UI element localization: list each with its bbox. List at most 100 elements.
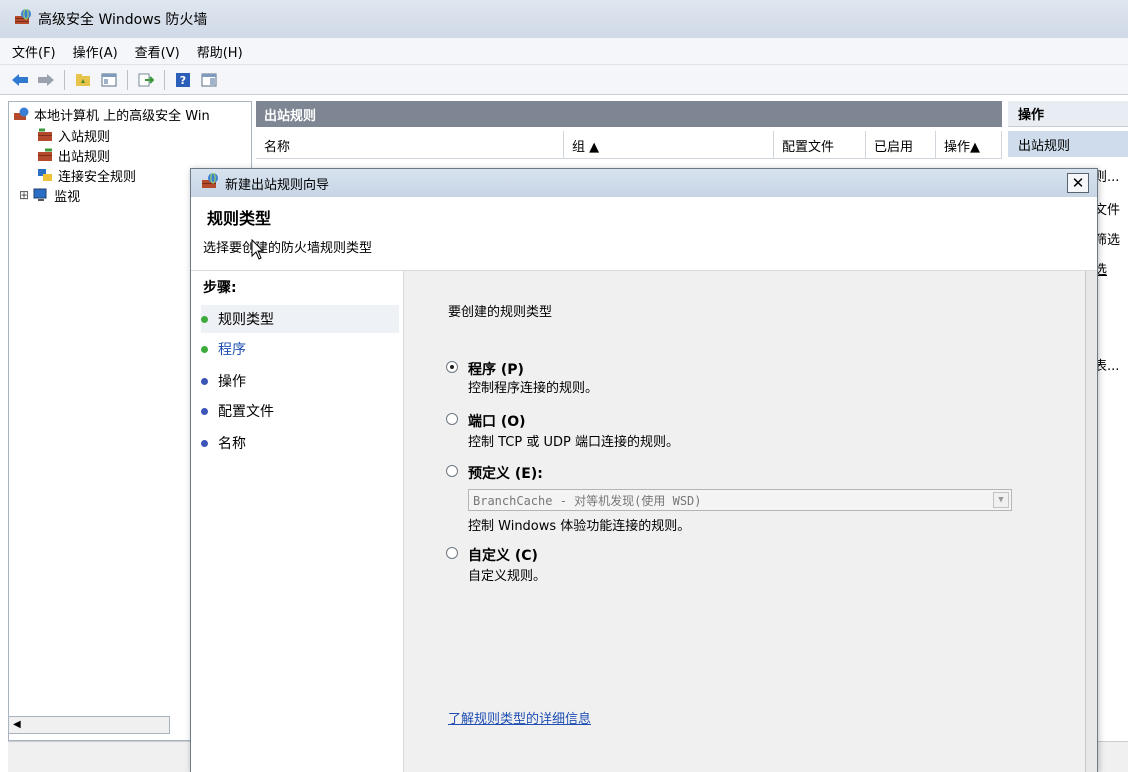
svg-text:?: ? [180, 74, 186, 87]
step-label: 名称 [218, 436, 246, 452]
window-title: 高级安全 Windows 防火墙 [38, 12, 208, 28]
scroll-left-arrow-icon[interactable]: ◀ [13, 719, 21, 730]
option-program[interactable]: 程序 (P) [446, 359, 524, 379]
firewall-icon [13, 107, 29, 121]
tree-item-label: 入站规则 [58, 129, 111, 145]
show-hide-action-pane-button[interactable] [199, 70, 219, 90]
predefined-select-value: BranchCache - 对等机发现(使用 WSD) [473, 493, 702, 508]
option-custom[interactable]: 自定义 (C) [446, 545, 538, 565]
close-icon: ✕ [1071, 174, 1085, 192]
wizard-titlebar: 新建出站规则向导 ✕ [191, 169, 1097, 197]
expand-icon[interactable]: ⊞ [19, 188, 29, 202]
option-description: 控制 TCP 或 UDP 端口连接的规则。 [468, 435, 679, 450]
column-action[interactable]: 操作▲ [936, 131, 1002, 159]
wizard-steps-pane: 步骤: 规则类型 程序 操作 配置文件 名称 [191, 271, 403, 772]
tree-item-label: 出站规则 [58, 149, 111, 165]
column-profile[interactable]: 配置文件 [774, 131, 866, 159]
step-indicator-icon [201, 377, 208, 385]
toolbar: ? [0, 65, 1128, 95]
toolbar-separator [64, 69, 65, 90]
tree-root-label: 本地计算机 上的高级安全 Win [34, 108, 210, 124]
inbound-rules-icon [37, 128, 53, 142]
rules-column-headers: 名称 组 ▲ 配置文件 已启用 操作▲ [256, 131, 1002, 159]
option-label: 端口 (O) [468, 414, 526, 430]
action-pane-icon [201, 73, 217, 86]
rule-type-question: 要创建的规则类型 [448, 305, 553, 320]
chevron-down-icon[interactable]: ▼ [993, 492, 1009, 508]
column-enabled[interactable]: 已启用 [866, 131, 936, 159]
step-rule-type[interactable]: 规则类型 [201, 305, 399, 333]
wizard-header: 规则类型 选择要创建的防火墙规则类型 [191, 197, 1097, 271]
actions-section-outbound[interactable]: 出站规则 [1008, 131, 1128, 157]
menu-bar: 文件(F) 操作(A) 查看(V) 帮助(H) [0, 38, 1128, 65]
column-name[interactable]: 名称 [256, 131, 564, 159]
wizard-content: 要创建的规则类型 程序 (P) 控制程序连接的规则。 端口 (O) 控制 TCP… [403, 271, 1085, 772]
predefined-rule-select[interactable]: BranchCache - 对等机发现(使用 WSD) ▼ [468, 489, 1012, 511]
help-button[interactable]: ? [173, 70, 193, 90]
close-button[interactable]: ✕ [1067, 173, 1089, 193]
radio-predefined[interactable] [446, 465, 458, 477]
step-name[interactable]: 名称 [201, 429, 399, 457]
toolbar-separator [127, 69, 128, 90]
radio-program[interactable] [446, 361, 458, 373]
step-label: 程序 [218, 342, 246, 358]
column-group[interactable]: 组 ▲ [564, 131, 774, 159]
menu-help[interactable]: 帮助(H) [197, 42, 243, 61]
option-label: 程序 (P) [468, 362, 524, 378]
radio-custom[interactable] [446, 547, 458, 559]
step-indicator-icon [201, 345, 208, 353]
export-list-button[interactable] [136, 70, 156, 90]
console-tree-icon [101, 73, 117, 86]
menu-action[interactable]: 操作(A) [73, 42, 118, 61]
folder-up-icon [76, 73, 90, 86]
menu-view[interactable]: 查看(V) [135, 42, 180, 61]
mouse-cursor-icon [251, 239, 265, 260]
step-indicator-icon [201, 407, 208, 415]
step-label: 规则类型 [218, 312, 274, 328]
center-pane-header: 出站规则 [256, 101, 1002, 127]
forward-button[interactable] [36, 70, 56, 90]
tree-horizontal-scrollbar[interactable]: ◀ [8, 716, 170, 734]
step-profile[interactable]: 配置文件 [201, 397, 399, 425]
show-hide-tree-button[interactable] [99, 70, 119, 90]
tree-item-outbound-rules[interactable]: 出站规则 [37, 145, 110, 165]
option-label: 预定义 (E): [468, 466, 543, 482]
back-arrow-icon [12, 73, 28, 86]
steps-label: 步骤: [203, 280, 237, 296]
step-indicator-icon [201, 439, 208, 447]
step-label: 配置文件 [218, 404, 274, 420]
connection-security-icon [37, 168, 53, 182]
option-predefined[interactable]: 预定义 (E): [446, 463, 543, 483]
forward-arrow-icon [38, 73, 54, 86]
step-indicator-icon [201, 315, 208, 323]
option-description: 控制 Windows 体验功能连接的规则。 [468, 519, 691, 534]
learn-more-link[interactable]: 了解规则类型的详细信息 [448, 708, 591, 727]
up-folder-button[interactable] [73, 70, 93, 90]
option-port[interactable]: 端口 (O) [446, 411, 526, 431]
tree-item-label: 监视 [54, 189, 81, 205]
export-icon [138, 73, 154, 86]
option-label: 自定义 (C) [468, 548, 538, 564]
back-button[interactable] [10, 70, 30, 90]
main-titlebar: 高级安全 Windows 防火墙 [0, 0, 1128, 38]
tree-root[interactable]: 本地计算机 上的高级安全 Win [13, 104, 210, 124]
wizard-heading: 规则类型 [207, 209, 272, 228]
step-program[interactable]: 程序 [201, 335, 399, 363]
wizard-vertical-scrollbar[interactable] [1085, 271, 1097, 772]
tree-item-monitoring[interactable]: ⊞ 监视 [19, 185, 80, 205]
wizard-title: 新建出站规则向导 [225, 177, 330, 193]
help-icon: ? [176, 72, 190, 87]
radio-port[interactable] [446, 413, 458, 425]
step-action[interactable]: 操作 [201, 367, 399, 395]
tree-item-inbound-rules[interactable]: 入站规则 [37, 125, 110, 145]
actions-pane-header: 操作 [1008, 101, 1128, 127]
firewall-icon [14, 8, 32, 29]
tree-item-connection-security[interactable]: 连接安全规则 [37, 165, 136, 185]
option-description: 控制程序连接的规则。 [468, 381, 599, 396]
firewall-icon [201, 172, 219, 193]
toolbar-separator [164, 69, 165, 90]
new-outbound-rule-wizard: 新建出站规则向导 ✕ 规则类型 选择要创建的防火墙规则类型 步骤: 规则类型 程… [190, 168, 1098, 772]
outbound-rules-icon [37, 148, 53, 162]
monitor-icon [33, 188, 49, 202]
menu-file[interactable]: 文件(F) [12, 42, 56, 61]
